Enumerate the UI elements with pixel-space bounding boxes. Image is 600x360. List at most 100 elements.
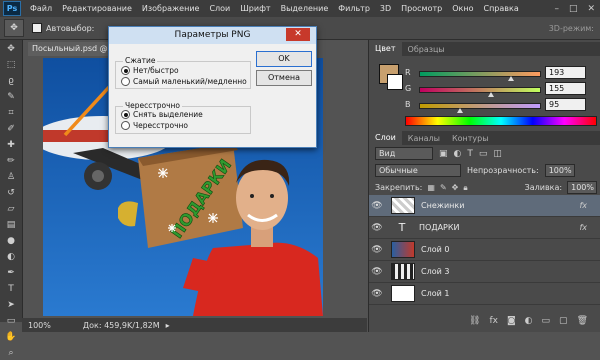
tools-panel: ✥ ⬚ ϱ ✎ ⌗ ✐ ✚ ✏ ♙ ↺ ▱ ▤ ● ◐ ✒ T ➤ ▭ ✋ ⌕ bbox=[0, 40, 23, 358]
layer-row[interactable]: 👁︎ Слой 3 bbox=[369, 261, 600, 283]
eraser-tool-icon[interactable]: ▱ bbox=[3, 203, 19, 216]
radio-compression-fast[interactable]: Нет/быстро bbox=[121, 66, 179, 75]
visibility-eye-icon[interactable]: 👁︎ bbox=[369, 201, 385, 211]
visibility-eye-icon[interactable]: 👁︎ bbox=[369, 267, 385, 277]
radio-compression-smallest[interactable]: Самый маленький/медленно bbox=[121, 77, 247, 86]
filter-adjust-icon[interactable]: ◐ bbox=[454, 149, 462, 159]
brush-tool-icon[interactable]: ✏ bbox=[3, 155, 19, 168]
add-mask-icon[interactable]: ◙ bbox=[507, 316, 516, 326]
3d-mode-label: 3D-режим: bbox=[548, 23, 594, 33]
status-menu-arrow-icon[interactable]: ▸ bbox=[166, 321, 170, 330]
delete-layer-icon[interactable]: 🗑︎ bbox=[577, 316, 588, 326]
gradient-tool-icon[interactable]: ▤ bbox=[3, 219, 19, 232]
healing-tool-icon[interactable]: ✚ bbox=[3, 139, 19, 152]
lock-transparency-icon[interactable]: ▦ bbox=[427, 183, 435, 192]
tab-channels[interactable]: Каналы bbox=[402, 134, 446, 143]
autoselect-checkbox[interactable] bbox=[32, 23, 42, 33]
close-window-icon[interactable]: ✕ bbox=[582, 4, 600, 14]
r-slider[interactable] bbox=[419, 71, 541, 77]
layer-thumbnail bbox=[391, 197, 415, 214]
filter-smart-icon[interactable]: ◫ bbox=[493, 149, 502, 159]
layer-row[interactable]: 👁︎ Снежинки fx bbox=[369, 195, 600, 217]
move-tool-icon[interactable]: ✥ bbox=[3, 43, 19, 56]
dodge-tool-icon[interactable]: ◐ bbox=[3, 251, 19, 264]
menu-layers[interactable]: Слои bbox=[204, 4, 235, 13]
tab-color[interactable]: Цвет bbox=[369, 42, 402, 56]
menu-file[interactable]: Файл bbox=[25, 4, 57, 13]
layer-row[interactable]: 👁︎ Слой 1 bbox=[369, 283, 600, 305]
history-brush-tool-icon[interactable]: ↺ bbox=[3, 187, 19, 200]
g-slider-thumb[interactable] bbox=[488, 92, 494, 97]
lasso-tool-icon[interactable]: ϱ bbox=[3, 75, 19, 88]
menu-window[interactable]: Окно bbox=[447, 4, 478, 13]
menu-view[interactable]: Просмотр bbox=[396, 4, 447, 13]
menu-select[interactable]: Выделение bbox=[276, 4, 334, 13]
layer-thumbnail bbox=[391, 241, 415, 258]
layer-row[interactable]: 👁︎ Слой 0 bbox=[369, 239, 600, 261]
quick-select-tool-icon[interactable]: ✎ bbox=[3, 91, 19, 104]
add-style-icon[interactable]: fx bbox=[489, 316, 498, 326]
ok-button[interactable]: OK bbox=[256, 51, 312, 67]
g-slider[interactable] bbox=[419, 87, 541, 93]
menu-3d[interactable]: 3D bbox=[375, 4, 396, 13]
opacity-field[interactable]: 100% bbox=[544, 164, 575, 177]
hand-tool-icon[interactable]: ✋ bbox=[3, 331, 19, 344]
radio-interlace-none[interactable]: Снять выделение bbox=[121, 110, 203, 119]
filter-image-icon[interactable]: ▣ bbox=[439, 149, 448, 159]
zoom-level[interactable]: 100% bbox=[28, 321, 51, 330]
new-layer-icon[interactable]: ▢ bbox=[559, 316, 568, 326]
r-value-field[interactable]: 193 bbox=[545, 66, 586, 79]
new-group-icon[interactable]: ▭ bbox=[542, 316, 551, 326]
path-select-tool-icon[interactable]: ➤ bbox=[3, 299, 19, 312]
layer-row[interactable]: 👁︎ T ПОДАРКИ fx bbox=[369, 217, 600, 239]
eyedropper-tool-icon[interactable]: ✐ bbox=[3, 123, 19, 136]
blend-mode-select[interactable]: Обычные bbox=[375, 164, 461, 177]
visibility-eye-icon[interactable]: 👁︎ bbox=[369, 223, 385, 233]
lock-pixels-icon[interactable]: ✎ bbox=[440, 183, 447, 192]
dialog-title: Параметры PNG bbox=[109, 27, 316, 44]
zoom-tool-icon[interactable]: ⌕ bbox=[3, 347, 19, 360]
move-tool-preset-icon[interactable]: ✥ bbox=[4, 19, 24, 37]
adjustment-layer-icon[interactable]: ◐ bbox=[525, 316, 533, 326]
menu-help[interactable]: Справка bbox=[478, 4, 523, 13]
filter-shape-icon[interactable]: ▭ bbox=[479, 149, 488, 159]
radio-interlace-on[interactable]: Чересстрочно bbox=[121, 121, 188, 130]
menu-filter[interactable]: Фильтр bbox=[333, 4, 375, 13]
lock-all-icon[interactable]: 🔒︎ bbox=[463, 183, 467, 193]
menu-image[interactable]: Изображение bbox=[137, 4, 205, 13]
link-layers-icon[interactable]: ⛓︎ bbox=[469, 316, 480, 326]
layer-fx-icon[interactable]: fx bbox=[579, 223, 587, 232]
tab-paths[interactable]: Контуры bbox=[446, 134, 495, 143]
layer-thumbnail bbox=[391, 285, 415, 302]
fill-field[interactable]: 100% bbox=[567, 181, 598, 194]
b-slider[interactable] bbox=[419, 103, 541, 109]
lock-position-icon[interactable]: ✥ bbox=[452, 183, 459, 192]
dialog-close-button[interactable]: ✕ bbox=[286, 28, 310, 41]
background-color-swatch[interactable] bbox=[387, 74, 403, 90]
layer-filter-select[interactable]: Вид bbox=[375, 147, 433, 160]
color-spectrum-bar[interactable] bbox=[405, 116, 597, 126]
visibility-eye-icon[interactable]: 👁︎ bbox=[369, 245, 385, 255]
maximize-icon[interactable]: □ bbox=[564, 4, 583, 14]
clone-stamp-tool-icon[interactable]: ♙ bbox=[3, 171, 19, 184]
filter-type-icon[interactable]: T bbox=[467, 149, 473, 159]
r-slider-thumb[interactable] bbox=[508, 76, 514, 81]
tab-swatches[interactable]: Образцы bbox=[402, 45, 451, 54]
minimize-icon[interactable]: – bbox=[549, 4, 564, 14]
menu-type[interactable]: Шрифт bbox=[235, 4, 275, 13]
shape-tool-icon[interactable]: ▭ bbox=[3, 315, 19, 328]
b-value-field[interactable]: 95 bbox=[545, 98, 586, 111]
marquee-tool-icon[interactable]: ⬚ bbox=[3, 59, 19, 72]
cancel-button[interactable]: Отмена bbox=[256, 70, 312, 86]
blur-tool-icon[interactable]: ● bbox=[3, 235, 19, 248]
type-tool-icon[interactable]: T bbox=[3, 283, 19, 296]
layer-fx-icon[interactable]: fx bbox=[579, 201, 587, 210]
right-panels: Цвет Образцы R 193 G 155 B 95 Слои Канал… bbox=[368, 40, 600, 332]
g-value-field[interactable]: 155 bbox=[545, 82, 586, 95]
pen-tool-icon[interactable]: ✒ bbox=[3, 267, 19, 280]
menu-edit[interactable]: Редактирование bbox=[57, 4, 137, 13]
tab-layers[interactable]: Слои bbox=[369, 131, 402, 145]
visibility-eye-icon[interactable]: 👁︎ bbox=[369, 289, 385, 299]
b-slider-thumb[interactable] bbox=[457, 108, 463, 113]
crop-tool-icon[interactable]: ⌗ bbox=[3, 107, 19, 120]
